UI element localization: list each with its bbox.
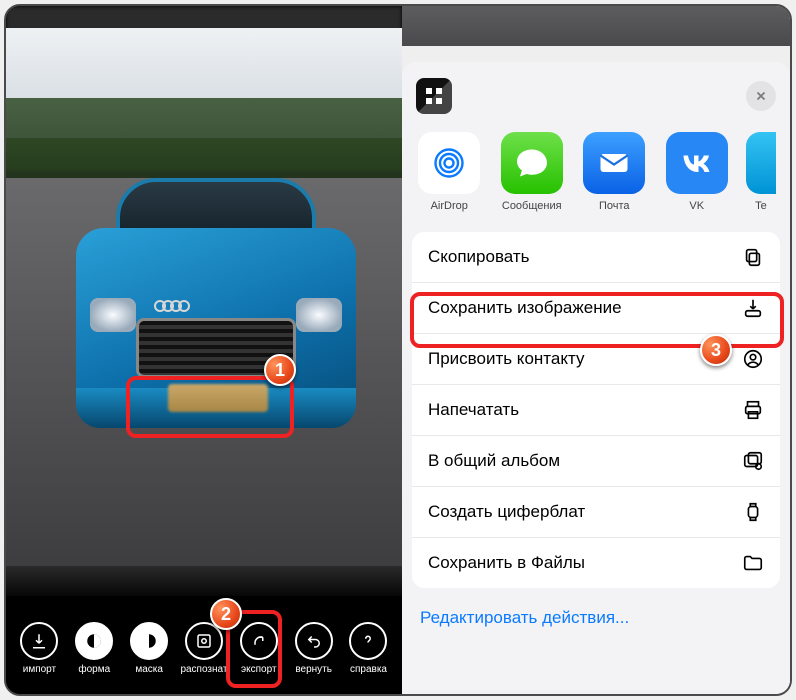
action-label: Присвоить контакту	[428, 349, 584, 369]
contrast-icon	[130, 622, 168, 660]
telegram-icon	[746, 132, 776, 194]
tool-label: форма	[78, 664, 110, 675]
copy-icon	[742, 246, 764, 268]
close-icon	[754, 89, 768, 103]
close-button[interactable]	[746, 81, 776, 111]
tool-help[interactable]: справка	[343, 622, 393, 675]
tool-label: вернуть	[295, 664, 332, 675]
contact-icon	[742, 348, 764, 370]
action-label: Скопировать	[428, 247, 530, 267]
share-arrow-icon	[240, 622, 278, 660]
action-label: В общий альбом	[428, 451, 560, 471]
edit-actions-link[interactable]: Редактировать действия...	[402, 594, 790, 628]
download-box-icon	[742, 297, 764, 319]
share-app-label: Почта	[599, 200, 630, 212]
action-save-files[interactable]: Сохранить в Файлы	[412, 538, 780, 588]
action-label: Сохранить изображение	[428, 298, 622, 318]
action-label: Сохранить в Файлы	[428, 553, 585, 573]
share-app-label: AirDrop	[431, 200, 468, 212]
airdrop-icon	[418, 132, 480, 194]
tool-label: справка	[350, 664, 387, 675]
share-sheet: AirDrop Сообщения Почта	[402, 62, 790, 694]
halfcircle-icon	[75, 622, 113, 660]
printer-icon	[742, 399, 764, 421]
tool-export[interactable]: экспорт	[234, 622, 284, 675]
tool-import[interactable]: импорт	[14, 622, 64, 675]
actions-list: Скопировать Сохранить изображение Присво…	[412, 232, 780, 588]
share-app-label: Сообщения	[502, 200, 562, 212]
editor-pane: 1 импорт форма маска	[6, 6, 402, 694]
callout-badge-1: 1	[264, 354, 296, 386]
share-telegram[interactable]: Te	[746, 132, 776, 212]
tool-mask[interactable]: маска	[124, 622, 174, 675]
share-apps-row[interactable]: AirDrop Сообщения Почта	[402, 126, 790, 226]
tool-label: экспорт	[241, 664, 277, 675]
question-icon	[349, 622, 387, 660]
undo-icon	[295, 622, 333, 660]
action-label: Напечатать	[428, 400, 519, 420]
shared-album-icon	[742, 450, 764, 472]
action-shared-album[interactable]: В общий альбом	[412, 436, 780, 487]
share-mail[interactable]: Почта	[581, 132, 648, 212]
download-icon	[20, 622, 58, 660]
share-messages[interactable]: Сообщения	[498, 132, 565, 212]
edited-photo[interactable]	[6, 28, 402, 598]
action-watchface[interactable]: Создать циферблат	[412, 487, 780, 538]
tool-label: маска	[135, 664, 163, 675]
mail-icon	[583, 132, 645, 194]
car-subject	[76, 158, 356, 438]
tool-undo[interactable]: вернуть	[289, 622, 339, 675]
share-vk[interactable]: VK	[663, 132, 730, 212]
callout-badge-3: 3	[700, 334, 732, 366]
tool-shape[interactable]: форма	[69, 622, 119, 675]
action-label: Создать циферблат	[428, 502, 585, 522]
share-app-label: Te	[755, 200, 767, 212]
callout-badge-2: 2	[210, 598, 242, 630]
tool-label: импорт	[23, 664, 56, 675]
action-copy[interactable]: Скопировать	[412, 232, 780, 283]
watch-icon	[742, 501, 764, 523]
share-airdrop[interactable]: AirDrop	[416, 132, 483, 212]
tutorial-frame: 1 импорт форма маска	[4, 4, 792, 696]
vk-icon	[666, 132, 728, 194]
folder-icon	[742, 552, 764, 574]
share-thumbnail	[416, 78, 452, 114]
share-app-label: VK	[689, 200, 704, 212]
share-sheet-pane: AirDrop Сообщения Почта	[402, 6, 790, 694]
editor-toolbar: импорт форма маска распознат	[6, 596, 402, 694]
tool-label: распознат	[180, 664, 227, 675]
action-print[interactable]: Напечатать	[412, 385, 780, 436]
messages-icon	[501, 132, 563, 194]
action-save-image[interactable]: Сохранить изображение	[412, 283, 780, 334]
blurred-license-plate	[168, 384, 268, 412]
